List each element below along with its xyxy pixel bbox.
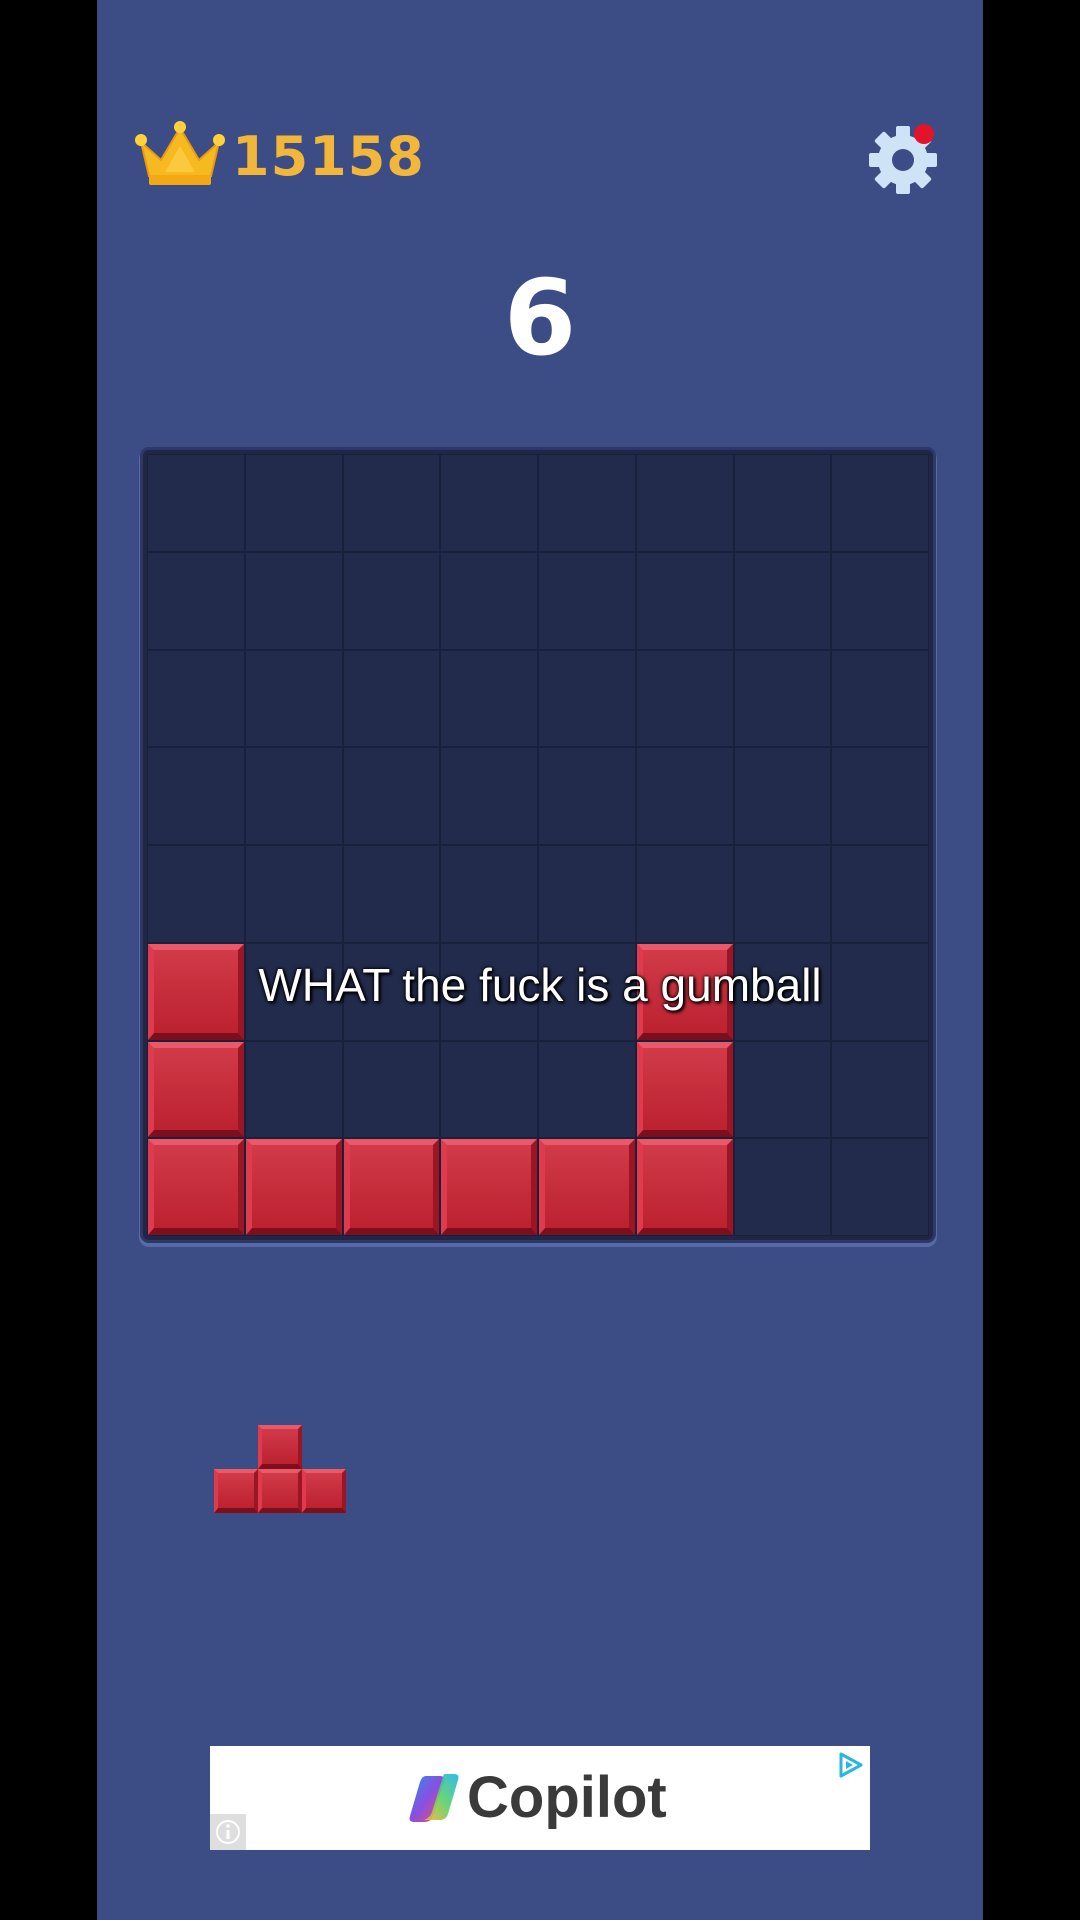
copilot-logo-icon <box>409 1774 459 1822</box>
board-block <box>441 1139 537 1235</box>
board-cell[interactable] <box>342 551 441 650</box>
board-cell[interactable] <box>733 551 832 650</box>
board-cell[interactable] <box>440 454 538 552</box>
board-cell[interactable] <box>244 1040 343 1139</box>
board-cell[interactable] <box>635 747 734 845</box>
tray-block <box>258 1425 302 1469</box>
board-block <box>245 1139 342 1235</box>
board-cell[interactable] <box>342 454 441 552</box>
board-cell[interactable] <box>147 747 245 845</box>
board-cell[interactable] <box>538 454 636 552</box>
board-cell[interactable] <box>733 845 832 943</box>
board-cell[interactable] <box>440 649 538 748</box>
board-block <box>636 1041 733 1138</box>
board-cell[interactable] <box>342 649 441 748</box>
board-cell[interactable] <box>831 747 929 845</box>
board-cell[interactable] <box>538 845 636 943</box>
game-board[interactable] <box>143 450 933 1240</box>
board-cell[interactable] <box>831 845 929 943</box>
board-cell[interactable] <box>831 454 929 552</box>
board-cell[interactable] <box>635 551 734 650</box>
board-cell[interactable] <box>538 649 636 748</box>
board-cell[interactable] <box>538 551 636 650</box>
crown-icon <box>135 121 225 185</box>
ad-choices-icon[interactable] <box>835 1750 865 1780</box>
board-cell[interactable] <box>733 1040 832 1139</box>
board-cell[interactable] <box>147 649 245 748</box>
video-caption: WHAT the fuck is a gumball <box>258 959 822 1011</box>
tray-piece-t[interactable] <box>214 1425 349 1515</box>
tray-block <box>258 1469 302 1513</box>
board-cell[interactable] <box>244 649 343 748</box>
info-icon[interactable] <box>210 1814 246 1850</box>
board-cell[interactable] <box>635 845 734 943</box>
board-block <box>148 1139 244 1235</box>
board-cell[interactable] <box>342 845 441 943</box>
board-cell[interactable] <box>342 747 441 845</box>
tray-block <box>214 1469 258 1513</box>
ad-brand-text: Copilot <box>467 1765 667 1830</box>
notification-badge <box>914 124 934 144</box>
board-block <box>636 1139 733 1235</box>
board-cell[interactable] <box>733 454 832 552</box>
board-cell[interactable] <box>244 845 343 943</box>
board-cell[interactable] <box>147 845 245 943</box>
game-screen: 15158 6 WHAT the fuck is a gumball Copil… <box>97 0 983 1920</box>
board-cell[interactable] <box>440 1040 538 1139</box>
board-cell[interactable] <box>244 747 343 845</box>
board-cell[interactable] <box>831 551 929 650</box>
board-cell[interactable] <box>831 1040 929 1139</box>
board-cell[interactable] <box>147 551 245 650</box>
board-cell[interactable] <box>440 747 538 845</box>
board-cell[interactable] <box>147 454 245 552</box>
tray-block <box>302 1469 346 1513</box>
board-cell[interactable] <box>538 1040 636 1139</box>
board-cell[interactable] <box>831 649 929 748</box>
level-number: 6 <box>503 257 577 379</box>
board-cell[interactable] <box>733 747 832 845</box>
board-cell[interactable] <box>635 649 734 748</box>
board-block <box>539 1139 635 1235</box>
board-block <box>148 1041 244 1138</box>
board-cell[interactable] <box>831 1138 929 1236</box>
board-cell[interactable] <box>538 747 636 845</box>
board-cell[interactable] <box>244 551 343 650</box>
board-cell[interactable] <box>244 454 343 552</box>
board-cell[interactable] <box>733 649 832 748</box>
board-cell[interactable] <box>440 551 538 650</box>
board-cell[interactable] <box>342 1040 441 1139</box>
ad-banner[interactable]: Copilot <box>210 1746 870 1850</box>
best-score: 15158 <box>232 125 425 188</box>
board-cell[interactable] <box>635 454 734 552</box>
board-block <box>343 1139 440 1235</box>
board-cell[interactable] <box>440 845 538 943</box>
board-cell[interactable] <box>733 1138 832 1236</box>
